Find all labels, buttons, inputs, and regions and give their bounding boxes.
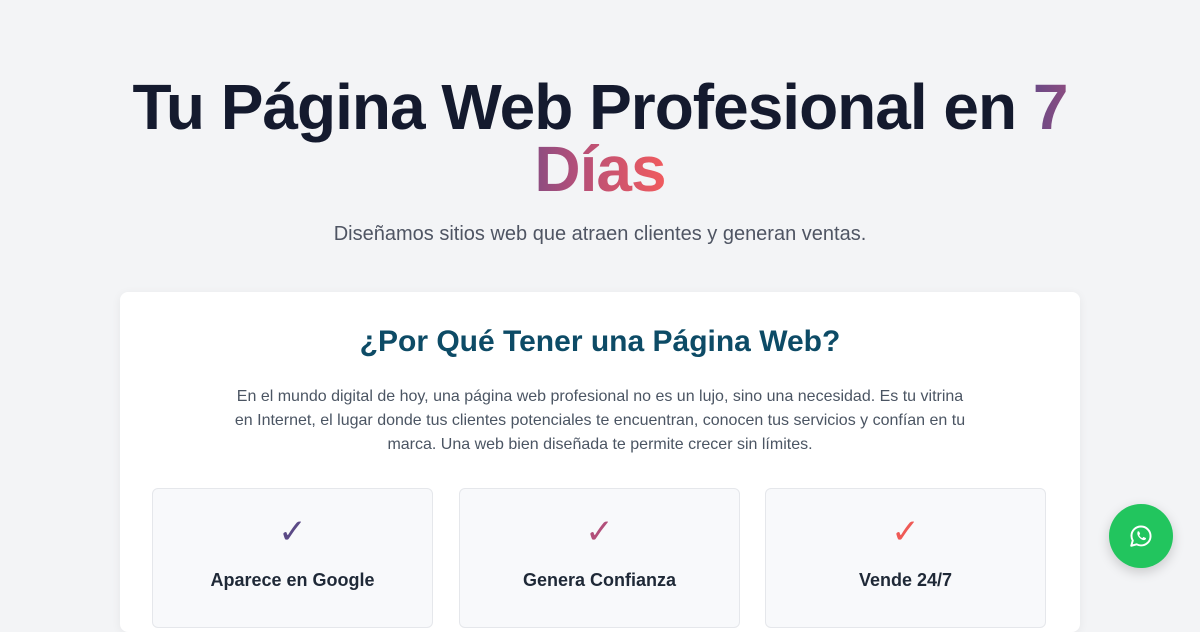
hero-title: Tu Página Web Profesional en 7 Días [110,75,1090,201]
feature-card-sales: ✓ Vende 24/7 [765,488,1046,628]
why-website-card: ¿Por Qué Tener una Página Web? En el mun… [120,292,1080,632]
check-icon: ✓ [891,513,920,551]
feature-card-google: ✓ Aparece en Google [152,488,433,628]
whatsapp-icon [1130,525,1152,547]
feature-label-confidence: Genera Confianza [522,570,677,590]
whatsapp-button[interactable] [1109,504,1173,568]
feature-label-google: Aparece en Google [210,570,375,590]
check-icon: ✓ [278,513,307,551]
section-description: En el mundo digital de hoy, una página w… [234,388,966,453]
feature-card-confidence: ✓ Genera Confianza [459,488,740,628]
check-icon: ✓ [585,513,614,551]
feature-label-sales: Vende 24/7 [858,570,953,590]
section-title: ¿Por Qué Tener una Página Web? [359,325,841,358]
hero-section: Tu Página Web Profesional en 7 Días Dise… [0,75,1200,248]
features-list: ✓ Aparece en Google ✓ Genera Confianza ✓… [152,488,1048,628]
hero-subtitle: Diseñamos sitios web que atraen clientes… [333,223,867,245]
